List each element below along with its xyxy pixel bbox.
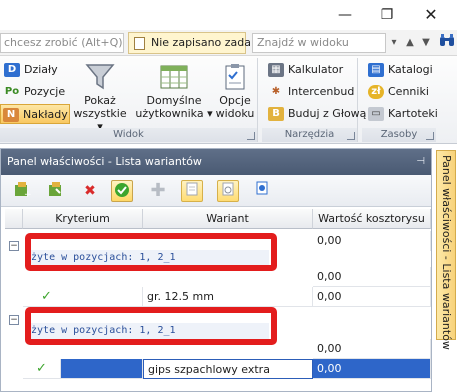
ribbon-group-widok: D Działy Po Pozycje N Nakłady Pokaż wszy…	[0, 58, 258, 142]
view-dzialy-label: Działy	[24, 63, 58, 76]
restore-button[interactable]: ❐	[372, 4, 402, 26]
view-naklady-button[interactable]: N Nakłady	[0, 104, 70, 124]
group-2-value: 0,00	[313, 339, 431, 359]
kartoteki-button[interactable]: ▭ Kartoteki	[366, 104, 438, 124]
ribbon-group-narzedzia: ▦ Kalkulator ✱ Intercenbud B Buduj z Gło…	[262, 58, 366, 142]
ribbon-group-zasoby: ▤ Katalogi zł Cenniki ▭ Kartoteki Zasoby	[362, 58, 438, 142]
quick-access-strip: chcesz zrobić (Alt+Q) Nie zapisano zadań…	[0, 30, 457, 56]
kalkulator-button[interactable]: ▦ Kalkulator	[266, 60, 343, 80]
books-icon: ▤	[368, 63, 384, 77]
widok-launcher-icon[interactable]	[247, 132, 255, 140]
find-in-view-input[interactable]: Znajdź w widoku	[252, 33, 386, 53]
wartosc-cell[interactable]: 0,00	[313, 359, 431, 379]
buduj-z-glowa-button[interactable]: B Buduj z Głową	[266, 104, 366, 124]
document-tab-label: Nie zapisano zadań	[151, 36, 258, 49]
dzialy-icon: D	[4, 63, 20, 77]
group-1-value: 0,00	[313, 231, 431, 251]
panel-title: Panel właściwości - Lista wariantów	[7, 155, 202, 168]
pokaz-line1: Pokaż	[84, 94, 116, 107]
column-header-wartosc[interactable]: Wartość kosztorysu	[313, 209, 431, 229]
pin-icon[interactable]: ⊣	[416, 149, 425, 175]
table-row-selected[interactable]: ✓ gips szpachlowy extra 0,00	[5, 359, 431, 379]
collapse-group-2-icon[interactable]: −	[9, 315, 19, 325]
variants-toolbar: + ✖ ✚	[1, 175, 431, 207]
delete-variant-icon[interactable]: ✖	[79, 180, 101, 202]
opcje-widoku-button[interactable]: Opcje widoku	[214, 60, 256, 126]
find-options-icon[interactable]: ▾	[386, 34, 402, 52]
report-icon[interactable]	[251, 180, 273, 202]
view-pozycje-button[interactable]: Po Pozycje	[2, 82, 65, 102]
document-settings-icon[interactable]	[217, 180, 239, 202]
wartosc-cell[interactable]: 0,00	[313, 287, 431, 307]
add-variant-icon[interactable]: +	[11, 180, 33, 202]
katalogi-label: Katalogi	[388, 63, 433, 76]
annotation-box-2	[25, 307, 277, 345]
properties-panel: Panel właściwości - Lista wariantów ⊣ + …	[0, 148, 432, 392]
katalogi-button[interactable]: ▤ Katalogi	[366, 60, 433, 80]
domyslne-line1: Domyślne	[146, 94, 202, 107]
tell-me-input[interactable]: chcesz zrobić (Alt+Q)	[0, 33, 124, 53]
column-header-kryterium[interactable]: Kryterium	[23, 209, 143, 229]
intercenbud-button[interactable]: ✱ Intercenbud	[266, 82, 355, 102]
buduj-label: Buduj z Głową	[288, 107, 367, 120]
panel-side-tab[interactable]: Panel właściwości - Lista wariantów	[436, 150, 456, 350]
panel-title-bar: Panel właściwości - Lista wariantów ⊣	[1, 149, 431, 175]
ribbon: D Działy Po Pozycje N Nakłady Pokaż wszy…	[0, 56, 457, 144]
row-check-icon: ✓	[23, 359, 61, 379]
column-header-wariant[interactable]: Wariant	[143, 209, 313, 229]
opcje-line2: widoku	[215, 107, 255, 120]
buduj-icon: B	[268, 107, 284, 121]
binoculars-icon[interactable]	[438, 33, 456, 53]
coin-icon: zł	[368, 85, 384, 99]
group-label-narzedzia: Narzędzia	[262, 128, 357, 142]
find-up-icon[interactable]: ▲	[402, 34, 418, 52]
document-icon	[134, 37, 145, 50]
view-pozycje-label: Pozycje	[24, 85, 66, 98]
domyslne-uzytkownika-button[interactable]: Domyślne użytkownika ▾	[134, 60, 214, 126]
group-label-zasoby: Zasoby	[362, 128, 436, 142]
find-down-icon[interactable]: ▼	[418, 34, 434, 52]
copy-variant-icon[interactable]	[45, 180, 67, 202]
minimize-button[interactable]: —	[330, 4, 360, 26]
group-label-widok: Widok	[0, 128, 257, 142]
columns-icon	[160, 65, 188, 89]
side-tab-label: Panel właściwości - Lista wariantów	[440, 155, 453, 350]
pokaz-wszystkie-button[interactable]: Pokaż wszystkie ▾	[72, 60, 128, 133]
svg-text:+: +	[24, 190, 31, 198]
zasoby-launcher-icon[interactable]	[426, 132, 434, 140]
wariant-cell[interactable]: gips szpachlowy extra	[143, 359, 313, 379]
opcje-line1: Opcje	[219, 94, 251, 107]
add-disabled-icon[interactable]: ✚	[147, 180, 169, 202]
collapse-group-1-icon[interactable]: −	[9, 241, 19, 251]
cards-icon: ▭	[368, 107, 384, 121]
view-dzialy-button[interactable]: D Działy	[2, 60, 58, 80]
table-row[interactable]: ✓ gr. 12.5 mm 0,00	[5, 287, 431, 307]
pozycje-icon: Po	[4, 86, 20, 97]
kartoteki-label: Kartoteki	[388, 107, 438, 120]
cenniki-label: Cenniki	[388, 85, 429, 98]
view-naklady-label: Nakłady	[23, 108, 68, 121]
naklady-icon: N	[3, 108, 19, 122]
narzedzia-launcher-icon[interactable]	[347, 132, 355, 140]
cenniki-button[interactable]: zł Cenniki	[366, 82, 429, 102]
close-button[interactable]: ✕	[416, 4, 446, 26]
document-tab[interactable]: Nie zapisano zadań	[128, 32, 258, 54]
calculator-icon: ▦	[268, 63, 284, 77]
row-check-icon: ✓	[23, 287, 143, 307]
wariant-cell[interactable]: gr. 12.5 mm	[143, 287, 313, 307]
clipboard-icon	[225, 64, 245, 90]
intercenbud-icon: ✱	[271, 86, 281, 97]
variants-grid: Kryterium Wariant Wartość kosztorysu − 0…	[5, 209, 431, 391]
funnel-icon	[85, 64, 115, 90]
domyslne-line2: użytkownika ▾	[135, 107, 213, 120]
accept-variant-icon[interactable]	[111, 180, 133, 202]
intercenbud-label: Intercenbud	[288, 85, 355, 98]
annotation-box-1	[25, 233, 277, 271]
document-copy-icon[interactable]	[181, 180, 203, 202]
title-bar: — ❐ ✕	[0, 0, 457, 30]
kalkulator-label: Kalkulator	[288, 63, 344, 76]
kryterium-cell[interactable]	[61, 359, 143, 379]
row-value-above: 0,00	[313, 267, 431, 287]
header-spacer	[5, 209, 23, 229]
